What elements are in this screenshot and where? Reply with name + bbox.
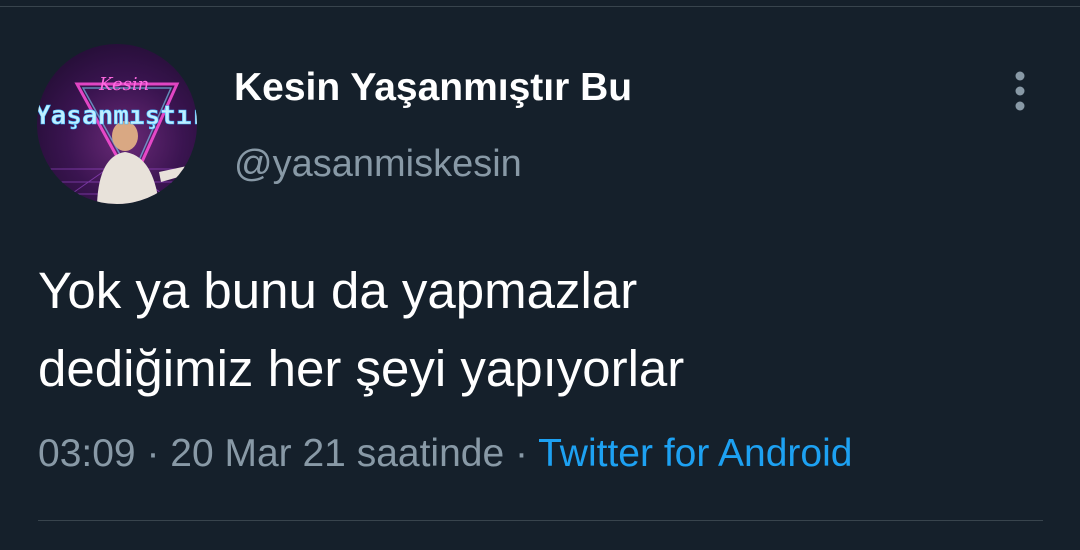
author-handle[interactable]: @yasanmiskesin (234, 143, 522, 186)
meta-separator: · (504, 432, 539, 475)
avatar-logo-line1: Kesin (98, 74, 149, 95)
tweet-text: Yok ya bunu da yapmazlar dediğimiz her ş… (38, 252, 1038, 408)
avatar-image: Kesin Yaşanmıştır (37, 74, 197, 204)
top-divider (0, 6, 1080, 7)
meta-separator: · (135, 432, 171, 475)
avatar-logo-line2: Yaşanmıştır (37, 101, 197, 131)
avatar[interactable]: Kesin Yaşanmıştır (37, 44, 197, 204)
tweet-source-link[interactable]: Twitter for Android (538, 432, 852, 475)
author-display-name[interactable]: Kesin Yaşanmıştır Bu (234, 66, 632, 110)
more-vertical-icon (1015, 71, 1025, 111)
tweet-meta: 03:09 · 20 Mar 21 saatinde · Twitter for… (38, 432, 852, 476)
tweet-text-line: Yok ya bunu da yapmazlar (38, 262, 638, 319)
tweet-date[interactable]: 20 Mar 21 saatinde (170, 432, 504, 475)
tweet-time[interactable]: 03:09 (38, 432, 136, 475)
more-options-button[interactable] (1006, 70, 1034, 112)
tweet-text-line: dediğimiz her şeyi yapıyorlar (38, 340, 685, 397)
bottom-divider (38, 520, 1043, 521)
